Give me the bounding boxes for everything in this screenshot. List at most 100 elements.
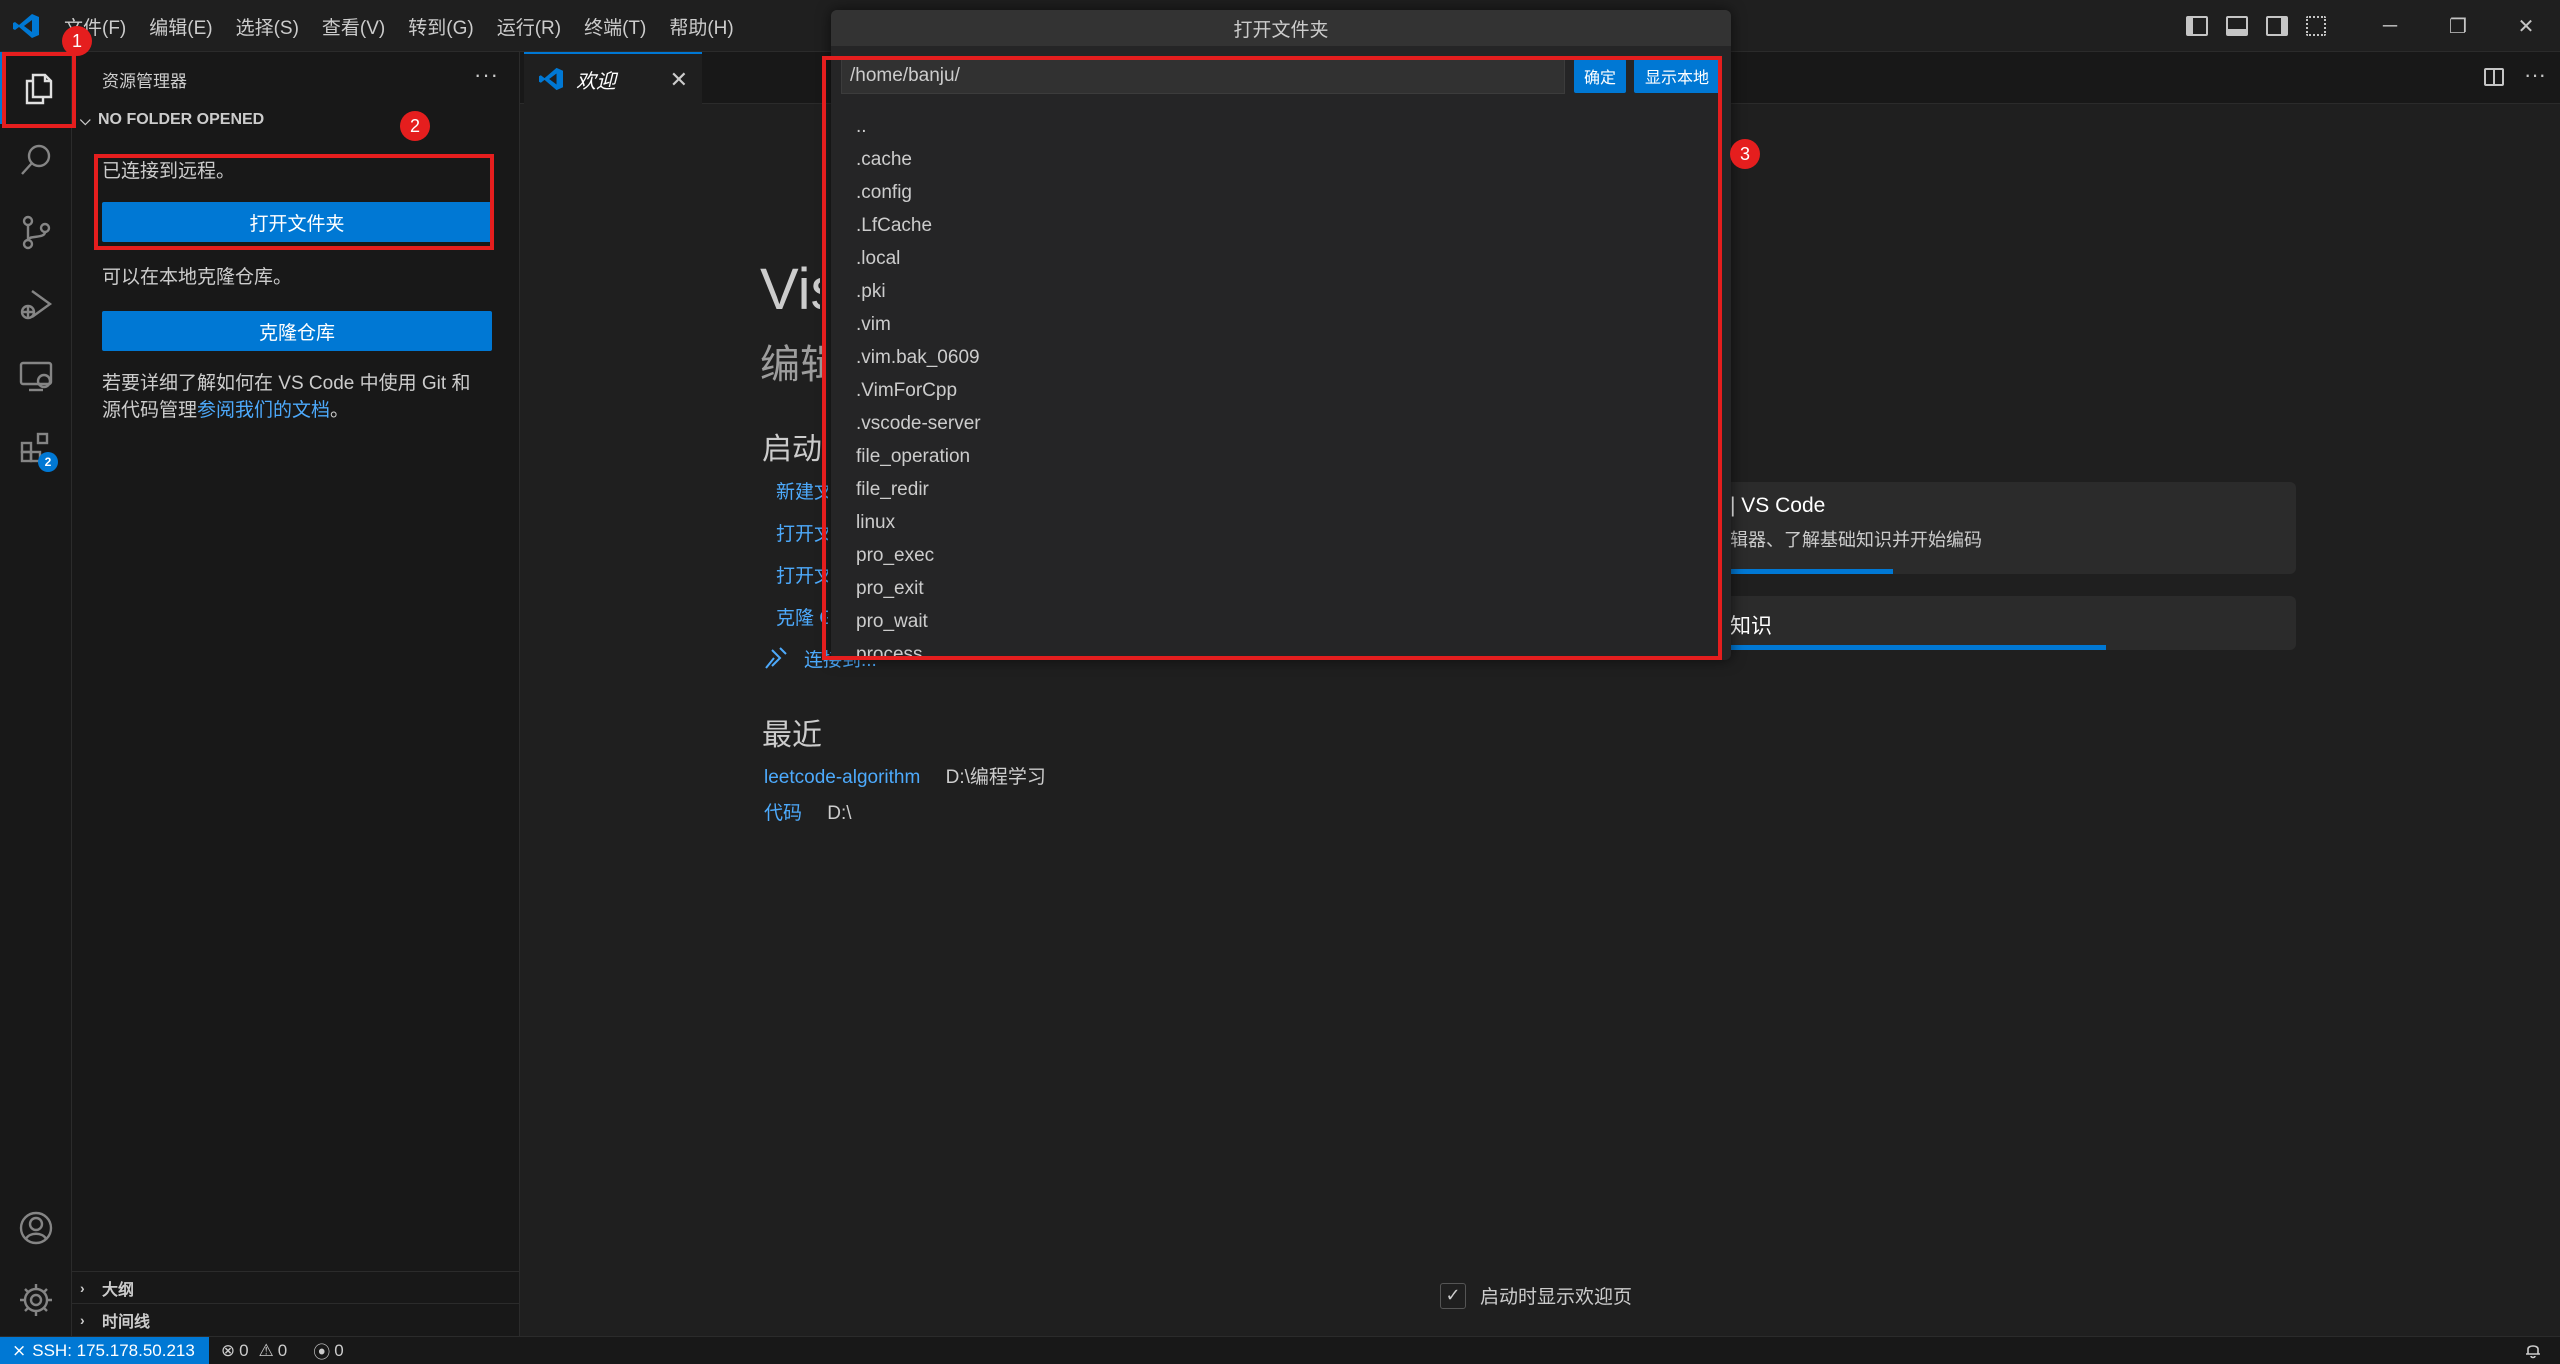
menu-go[interactable]: 转到(G) <box>408 13 473 40</box>
timeline-label: 时间线 <box>102 1313 151 1331</box>
close-window-button[interactable]: ✕ <box>2492 0 2560 52</box>
run-debug-activity[interactable] <box>0 268 72 340</box>
no-folder-section-header[interactable]: ⌵ NO FOLDER OPENED <box>80 111 264 129</box>
gear-icon <box>20 1284 52 1316</box>
minimize-button[interactable]: ─ <box>2356 0 2424 52</box>
clone-hint-text: 可以在本地克隆仓库。 <box>102 267 293 288</box>
broadcast-icon: ⦿ <box>313 1343 331 1362</box>
tab-welcome[interactable]: 欢迎 ✕ <box>524 52 702 104</box>
git-help-text: 若要详细了解如何在 VS Code 中使用 Git 和 源代码管理参阅我们的文档… <box>102 370 502 424</box>
annotation-marker: 1 <box>62 26 92 56</box>
remote-icon: ⨯ <box>12 1340 27 1360</box>
git-help-prefix: 源代码管理 <box>102 400 198 421</box>
problems-indicator[interactable]: ⊗ 0 ⚠ 0 <box>221 1341 287 1361</box>
annotation-marker: 2 <box>400 111 430 141</box>
menu-run[interactable]: 运行(R) <box>497 13 561 40</box>
toggle-secondary-sidebar-icon[interactable] <box>2266 16 2288 36</box>
vscode-window: 文件(F) 编辑(E) 选择(S) 查看(V) 转到(G) 运行(R) 终端(T… <box>0 0 2560 1364</box>
recent-name[interactable]: leetcode-algorithm <box>764 767 920 788</box>
timeline-section-header[interactable]: › 时间线 <box>72 1303 520 1335</box>
docs-link[interactable]: 参阅我们的文档 <box>197 400 330 421</box>
warning-count: 0 <box>277 1340 288 1360</box>
remote-icon <box>765 647 787 669</box>
git-help-line1: 若要详细了解如何在 VS Code 中使用 Git 和 <box>102 373 471 394</box>
menu-bar: 文件(F) 编辑(E) 选择(S) 查看(V) 转到(G) 运行(R) 终端(T… <box>64 0 757 52</box>
search-activity[interactable] <box>0 124 72 196</box>
annotation-box <box>2 52 76 128</box>
recent-item: 代码 D:\ <box>764 798 852 825</box>
customize-layout-icon[interactable] <box>2306 16 2326 36</box>
activity-bar: 2 <box>0 52 72 1336</box>
open-file-label: 打开文件... <box>776 523 828 545</box>
remote-indicator[interactable]: ⨯ SSH: 175.178.50.213 <box>0 1336 209 1364</box>
tab-label: 欢迎 <box>576 70 616 93</box>
split-editor-icon[interactable] <box>2484 68 2504 86</box>
recent-item: leetcode-algorithm D:\编程学习 <box>764 762 1046 789</box>
walkthrough-progress <box>1720 569 1893 574</box>
annotation-marker: 3 <box>1730 139 1760 169</box>
editor-more-icon[interactable]: ··· <box>2524 62 2546 88</box>
walkthrough-card-fundamentals[interactable]: 知识 <box>1720 596 2296 650</box>
outline-section-header[interactable]: › 大纲 <box>72 1271 520 1303</box>
show-on-startup-label: 启动时显示欢迎页 <box>1480 1287 1633 1308</box>
recent-path: D:\编程学习 <box>945 767 1046 788</box>
open-file-link[interactable]: 打开文件... <box>762 518 828 546</box>
start-heading: 启动 <box>762 433 822 466</box>
remote-label: SSH: 175.178.50.213 <box>32 1340 195 1360</box>
menu-help[interactable]: 帮助(H) <box>669 13 733 40</box>
dialog-title: 打开文件夹 <box>831 10 1731 46</box>
open-folder-link[interactable]: 打开文件夹... <box>762 560 828 588</box>
sidebar-more-icon[interactable]: ··· <box>474 62 499 88</box>
welcome-subtitle: 编辑进化 <box>760 343 822 387</box>
error-count: 0 <box>239 1340 249 1360</box>
checkmark-icon: ✓ <box>1440 1282 1466 1309</box>
new-file-link[interactable]: 新建文件... <box>762 476 828 504</box>
walkthrough-progress <box>1720 645 2106 650</box>
annotation-box <box>94 154 494 250</box>
new-file-label: 新建文件... <box>776 481 828 503</box>
welcome-title: Visual Studio Code <box>760 257 820 322</box>
manage-activity[interactable] <box>0 1264 72 1336</box>
git-help-line2: 源代码管理参阅我们的文档。 <box>102 397 502 424</box>
chevron-right-icon: › <box>80 1279 85 1296</box>
ports-count: 0 <box>334 1340 344 1360</box>
menu-view[interactable]: 查看(V) <box>322 13 385 40</box>
source-control-icon <box>22 215 51 250</box>
error-icon: ⊗ <box>220 1340 236 1360</box>
extensions-activity[interactable]: 2 <box>0 412 72 484</box>
toggle-panel-icon[interactable] <box>2226 16 2248 36</box>
bell-icon[interactable] <box>2524 1341 2542 1359</box>
walkthrough-title: 知识 <box>1730 615 1772 638</box>
outline-label: 大纲 <box>102 1281 135 1299</box>
close-tab-icon[interactable]: ✕ <box>670 67 688 93</box>
menu-selection[interactable]: 选择(S) <box>236 13 299 40</box>
chevron-right-icon: › <box>80 1311 85 1328</box>
menu-terminal[interactable]: 终端(T) <box>584 13 646 40</box>
clone-git-label: 克隆 Git 仓库... <box>776 607 828 629</box>
vscode-logo-icon <box>13 14 39 38</box>
walkthrough-card-get-started[interactable]: | VS Code 辑器、了解基础知识并开始编码 <box>1720 482 2296 574</box>
source-control-activity[interactable] <box>0 196 72 268</box>
show-on-startup-checkbox[interactable]: ✓ 启动时显示欢迎页 <box>1440 1282 1632 1309</box>
accounts-activity[interactable] <box>0 1192 72 1264</box>
search-icon <box>21 144 51 175</box>
vscode-logo-icon <box>539 67 563 91</box>
chevron-down-icon: ⌵ <box>80 111 91 128</box>
clone-git-link[interactable]: 克隆 Git 仓库... <box>762 602 828 630</box>
toggle-primary-sidebar-icon[interactable] <box>2186 16 2208 36</box>
recent-path: D:\ <box>827 803 852 824</box>
remote-explorer-icon <box>19 361 53 392</box>
clone-repository-button[interactable]: 克隆仓库 <box>102 311 492 351</box>
extensions-badge: 2 <box>38 452 58 472</box>
remote-explorer-activity[interactable] <box>0 340 72 412</box>
recent-name[interactable]: 代码 <box>764 803 802 824</box>
git-help-suffix: 。 <box>330 400 350 421</box>
account-icon <box>19 1211 53 1245</box>
warning-icon: ⚠ <box>258 1340 274 1360</box>
restore-button[interactable]: ❐ <box>2424 0 2492 52</box>
section-title: NO FOLDER OPENED <box>98 111 265 128</box>
menu-edit[interactable]: 编辑(E) <box>149 13 212 40</box>
status-bar: ⨯ SSH: 175.178.50.213 ⊗ 0 ⚠ 0 ⦿ 0 <box>0 1336 2560 1364</box>
ports-indicator[interactable]: ⦿ 0 <box>313 1338 343 1363</box>
walkthrough-title: | VS Code <box>1730 494 1826 517</box>
